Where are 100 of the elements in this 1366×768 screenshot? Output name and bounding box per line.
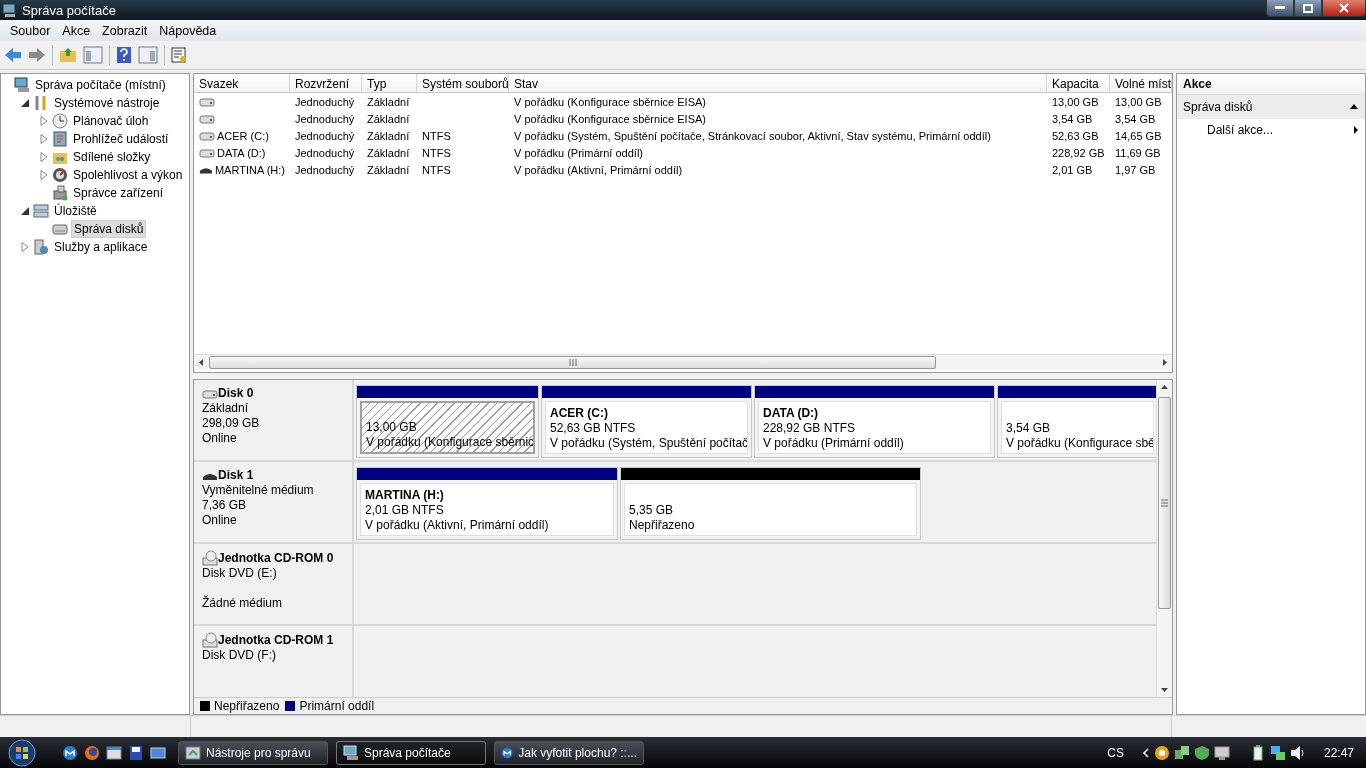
taskbar-button[interactable]: Jak vyfotit plochu? ::... <box>494 740 644 765</box>
disk-state: Žádné médium <box>202 596 284 611</box>
floppy-icon[interactable] <box>128 744 144 761</box>
table-cell: Jednoduchý <box>295 112 355 125</box>
legend-label: Nepřiřazeno <box>214 699 280 713</box>
maximize-icon <box>1303 3 1313 13</box>
language-indicator[interactable]: CS <box>1107 745 1124 760</box>
table-cell: 13,00 GB <box>1052 95 1099 108</box>
action-item[interactable]: Další akce... <box>1177 119 1365 141</box>
computer-icon <box>343 744 359 761</box>
app-icon[interactable] <box>62 744 78 761</box>
vertical-scrollbar[interactable] <box>1156 380 1172 697</box>
table-cell: Základní <box>367 163 410 176</box>
pane-toggle-icon[interactable] <box>138 46 158 64</box>
section-title: Správa disků <box>1183 100 1253 114</box>
circle-icon[interactable] <box>1153 744 1170 761</box>
table-cell: 3,54 GB <box>1052 112 1093 125</box>
table-cell: Jednoduchý <box>295 95 355 108</box>
collapse-icon[interactable] <box>1349 102 1359 112</box>
speaker-icon[interactable] <box>1289 744 1306 761</box>
table-cell: 228,92 GB <box>1052 146 1105 159</box>
tree-item[interactable]: Správce zařízení <box>71 185 166 201</box>
network-icon[interactable] <box>1269 744 1286 761</box>
actions-section[interactable]: Správa disků <box>1177 95 1365 119</box>
expand-arrow-icon[interactable] <box>20 242 30 252</box>
window-icon[interactable] <box>106 744 122 761</box>
disk-type: Disk DVD (E:) <box>202 566 278 581</box>
column-header[interactable]: Stav <box>509 74 1047 92</box>
column-header[interactable]: Systém souborů <box>417 74 509 92</box>
partition-block[interactable]: 5,35 GB Nepřiřazeno <box>620 467 921 540</box>
monitor-icon[interactable] <box>1213 744 1230 761</box>
table-cell: NTFS <box>422 146 451 159</box>
menu-item[interactable]: Soubor <box>4 23 57 38</box>
minimize-button[interactable] <box>1266 0 1294 17</box>
tree-item[interactable]: Správa disků <box>71 220 147 238</box>
column-header[interactable]: Rozvržení <box>290 74 362 92</box>
table-cell: V pořádku (Konfigurace sběrnice EISA) <box>514 112 706 125</box>
tree-item[interactable]: Správa počítače (místní) <box>33 77 168 93</box>
close-button[interactable] <box>1322 0 1366 17</box>
disk-name: Disk 1 <box>218 468 254 483</box>
menu-item[interactable]: Akce <box>56 23 97 38</box>
menu-item[interactable]: Nápověda <box>153 23 223 38</box>
tree-item[interactable]: Systémové nástroje <box>52 95 162 111</box>
disk-type: Základní <box>202 401 250 416</box>
services-icon <box>33 239 49 255</box>
tree-item[interactable]: Úložiště <box>52 203 99 219</box>
partition-block[interactable]: DATA (D:) 228,92 GB NTFS V pořádku (Primární oddíl) <box>754 385 995 458</box>
partition-size: 52,63 GB NTFS <box>550 421 637 436</box>
browser-icon[interactable] <box>84 744 100 761</box>
taskbar-button[interactable]: Nástroje pro správu <box>178 740 328 765</box>
disk-size: 7,36 GB <box>202 498 248 513</box>
menu-item[interactable]: Zobrazit <box>96 23 154 38</box>
back-icon[interactable] <box>4 47 22 63</box>
chevron-icon[interactable] <box>1141 747 1150 758</box>
disk-name: Jednotka CD-ROM 1 <box>218 632 334 648</box>
cd-drive-icon <box>202 632 218 648</box>
submenu-arrow-icon <box>1353 125 1359 135</box>
column-header[interactable]: Svazek <box>194 74 290 92</box>
shield-icon[interactable] <box>1193 744 1210 761</box>
tree-item[interactable]: Plánovač úloh <box>71 113 151 129</box>
table-cell: NTFS <box>422 129 451 142</box>
properties-icon[interactable] <box>171 47 187 63</box>
collapse-arrow-icon[interactable] <box>20 98 30 108</box>
window-title: Správa počítače <box>22 2 117 18</box>
action-label: Další akce... <box>1207 123 1274 137</box>
clock[interactable]: 22:47 <box>1323 745 1354 760</box>
partition-block[interactable]: ACER (C:) 52,63 GB NTFS V pořádku (Systém, Spuštění počítač <box>541 385 752 458</box>
partition-block[interactable]: 13,00 GB V pořádku (Konfigurace sběrnic <box>356 385 539 458</box>
column-header[interactable]: Typ <box>362 74 417 92</box>
forward-icon[interactable] <box>28 47 46 63</box>
column-header[interactable]: Volné míst <box>1110 74 1172 92</box>
expand-arrow-icon[interactable] <box>39 116 49 126</box>
tree-item[interactable]: Služby a aplikace <box>52 239 150 255</box>
column-header[interactable]: Kapacita <box>1047 74 1110 92</box>
maximize-button[interactable] <box>1294 0 1322 17</box>
table-cell: V pořádku (Primární oddíl) <box>514 146 643 159</box>
expand-arrow-icon[interactable] <box>39 170 49 180</box>
partition-block[interactable]: MARTINA (H:) 2,01 GB NTFS V pořádku (Aktivní, Primární oddíl) <box>356 467 618 540</box>
table-cell: Jednoduchý <box>295 163 355 176</box>
tree-item[interactable]: Spolehlivost a výkon <box>71 167 185 183</box>
clock-icon <box>52 113 68 129</box>
drive-icon <box>199 146 215 159</box>
desktop-icon[interactable] <box>150 744 166 761</box>
horizontal-scrollbar[interactable] <box>194 354 1172 370</box>
folder-up-icon[interactable] <box>59 47 77 63</box>
start-button[interactable] <box>8 738 36 767</box>
expand-arrow-icon[interactable] <box>39 134 49 144</box>
drive-icon <box>202 387 218 400</box>
tree-item[interactable]: Sdílené složky <box>71 149 153 165</box>
table-cell: V pořádku (Konfigurace sběrnice EISA) <box>514 95 706 108</box>
collapse-arrow-icon[interactable] <box>20 206 30 216</box>
network-icon[interactable] <box>1173 744 1190 761</box>
disk-name: Jednotka CD-ROM 0 <box>218 550 334 566</box>
taskbar-button[interactable]: Správa počítače <box>336 740 486 765</box>
computer-icon <box>14 77 30 93</box>
expand-arrow-icon[interactable] <box>39 152 49 162</box>
table-cell: 1,97 GB <box>1115 163 1156 176</box>
help-icon[interactable] <box>116 46 132 64</box>
tree-item[interactable]: Prohlížeč událostí <box>71 131 171 147</box>
pane-toggle-icon[interactable] <box>83 46 103 64</box>
